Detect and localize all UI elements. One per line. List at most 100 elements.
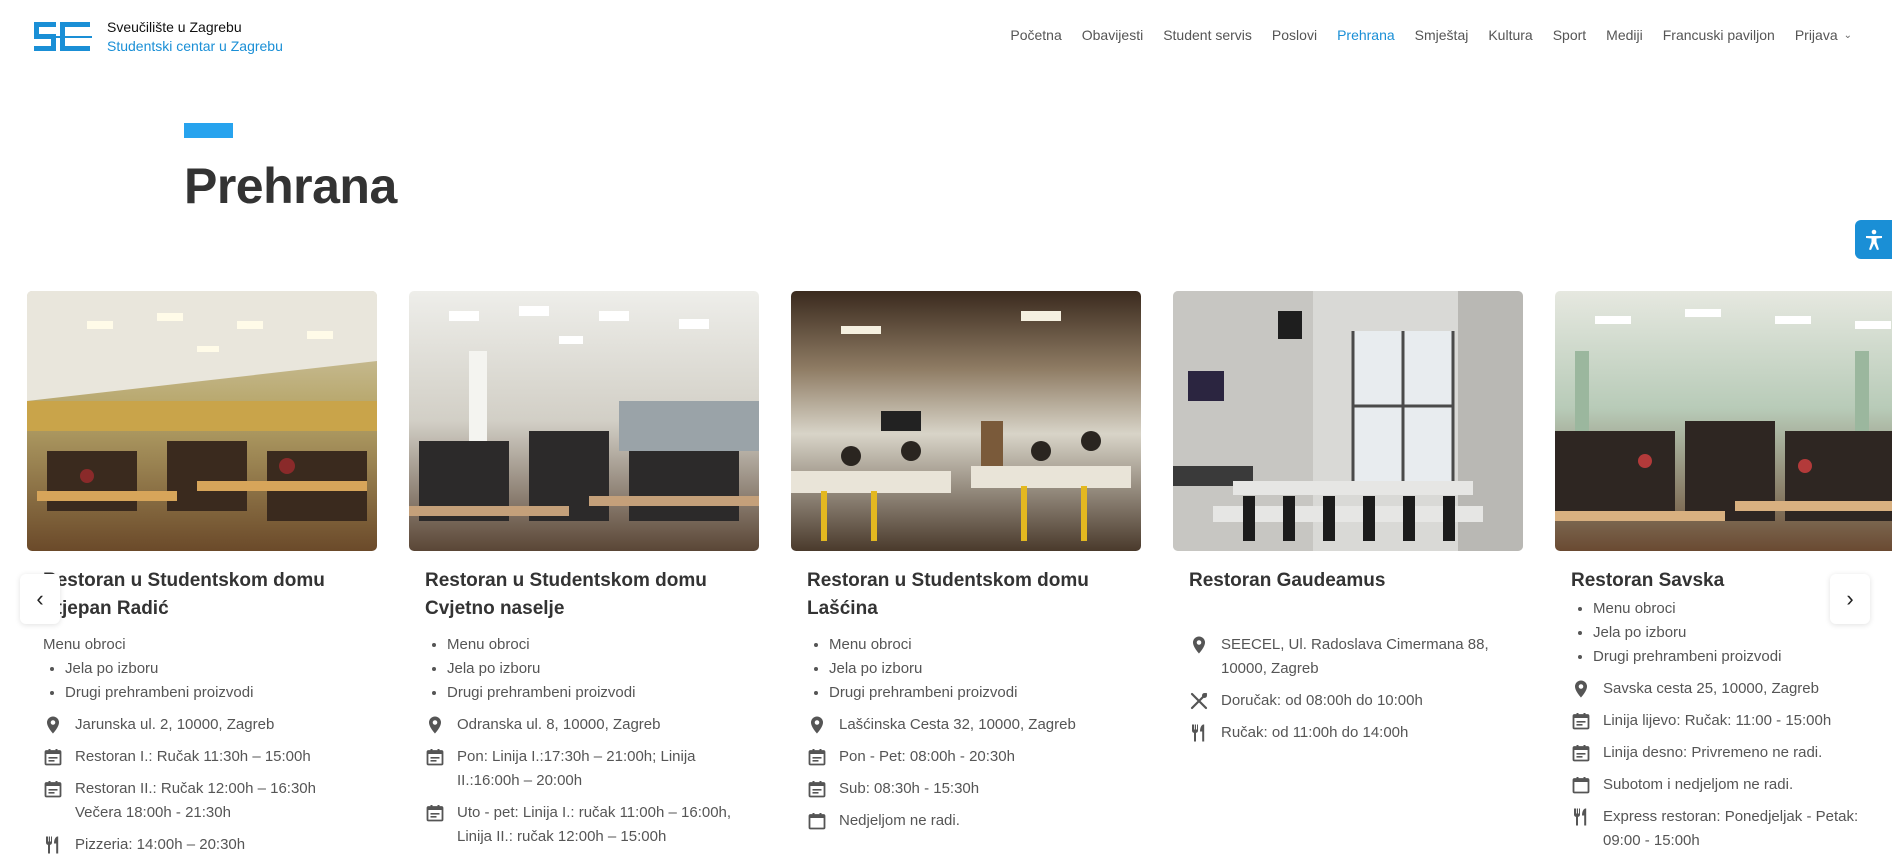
list-item: Drugi prehrambeni proizvodi — [65, 681, 361, 705]
carousel-next-button[interactable]: › — [1830, 574, 1870, 624]
hours-text: Uto - pet: Linija I.: ručak 11:00h – 16:… — [457, 804, 732, 845]
info-row: Pizzeria: 14:00h – 20:30h — [43, 833, 361, 857]
address-text: Jarunska ul. 2, 10000, Zagreb — [75, 716, 275, 733]
calendar-icon — [1571, 741, 1591, 765]
info-row: SEECEL, Ul. Radoslava Cimermana 88, 1000… — [1189, 633, 1507, 681]
nav-prijava[interactable]: Prijava ⌄ — [1795, 27, 1852, 43]
offer-list: Jela po izboru Drugi prehrambeni proizvo… — [43, 657, 361, 705]
info-row: Ručak: od 11:00h do 14:00h — [1189, 721, 1507, 745]
restaurant-photo[interactable] — [409, 291, 759, 551]
hours-text: Sub: 08:30h - 15:30h — [839, 780, 980, 797]
location-icon — [807, 713, 827, 737]
nav-kultura[interactable]: Kultura — [1488, 27, 1532, 43]
nav-obavijesti[interactable]: Obavijesti — [1082, 27, 1143, 43]
address-text: SEECEL, Ul. Radoslava Cimermana 88, 1000… — [1221, 636, 1489, 677]
list-item: Jela po izboru — [65, 657, 361, 681]
nav-mediji[interactable]: Mediji — [1606, 27, 1643, 43]
calendar-icon — [807, 777, 827, 801]
hours-text: Pon - Pet: 08:00h - 20:30h — [839, 748, 1015, 765]
info-row: Linija desno: Privremeno ne radi. — [1571, 741, 1889, 765]
address-text: Lašćinska Cesta 32, 10000, Zagreb — [839, 716, 1076, 733]
restaurant-title[interactable]: Restoran Gaudeamus — [1189, 567, 1507, 595]
hours-text: Express restoran: Ponedjeljak - Petak: 0… — [1603, 808, 1859, 849]
brand-text[interactable]: Sveučilište u Zagrebu Studentski centar … — [107, 18, 283, 56]
info-row: Pon: Linija I.:17:30h – 21:00h; Linija I… — [425, 745, 743, 793]
list-item: Drugi prehrambeni proizvodi — [447, 681, 743, 705]
chevron-right-icon: › — [1846, 586, 1854, 611]
site-header: Sveučilište u Zagrebu Studentski centar … — [0, 0, 1892, 74]
info-row: Uto - pet: Linija I.: ručak 11:00h – 16:… — [425, 801, 743, 849]
location-icon — [1571, 677, 1591, 701]
hours-text: Ručak: od 11:00h do 14:00h — [1221, 724, 1409, 741]
fork-knife-icon — [1571, 805, 1591, 829]
restaurant-card[interactable]: Restoran Savska Menu obroci Jela po izbo… — [1555, 291, 1892, 853]
restaurant-card[interactable]: Restoran u Studentskom domu Cvjetno nase… — [409, 291, 759, 849]
info-row: Nedjeljom ne radi. — [807, 809, 1125, 833]
chevron-down-icon: ⌄ — [1843, 29, 1852, 41]
accessibility-button[interactable] — [1855, 220, 1892, 259]
info-row: Pon - Pet: 08:00h - 20:30h — [807, 745, 1125, 769]
hours-text: Pon: Linija I.:17:30h – 21:00h; Linija I… — [457, 748, 696, 789]
prijava-label: Prijava — [1794, 27, 1838, 43]
list-item: Jela po izboru — [1593, 621, 1889, 645]
restaurant-photo[interactable] — [1173, 291, 1523, 551]
list-item: Jela po izboru — [829, 657, 1125, 681]
dining-hall-image — [27, 291, 377, 551]
calendar-icon — [1571, 709, 1591, 733]
restaurant-card[interactable]: Restoran u Studentskom domu Stjepan Radi… — [27, 291, 377, 857]
nav-smjestaj[interactable]: Smještaj — [1415, 27, 1469, 43]
info-row: Odranska ul. 8, 10000, Zagreb — [425, 713, 743, 737]
nav-student-servis[interactable]: Student servis — [1163, 27, 1252, 43]
calendar-blank-icon — [807, 809, 827, 833]
calendar-icon — [425, 801, 445, 825]
restaurant-photo[interactable] — [27, 291, 377, 551]
restaurant-photo[interactable] — [1555, 291, 1892, 551]
calendar-icon — [43, 777, 63, 801]
sc-logo[interactable] — [34, 20, 92, 54]
info-row: Linija lijevo: Ručak: 11:00 - 15:00h — [1571, 709, 1889, 733]
cutlery-cross-icon — [1189, 689, 1209, 713]
offer-list: Menu obroci Jela po izboru Drugi prehram… — [425, 633, 743, 705]
address-text: Savska cesta 25, 10000, Zagreb — [1603, 680, 1819, 697]
calendar-blank-icon — [1571, 773, 1591, 797]
hours-text: Nedjeljom ne radi. — [839, 812, 960, 829]
info-row: Jarunska ul. 2, 10000, Zagreb — [43, 713, 361, 737]
carousel-prev-button[interactable]: ‹ — [20, 574, 60, 624]
restaurant-title[interactable]: Restoran u Studentskom domu Stjepan Radi… — [43, 567, 361, 623]
info-row: Savska cesta 25, 10000, Zagreb — [1571, 677, 1889, 701]
title-accent-bar — [184, 123, 233, 138]
restaurant-card[interactable]: Restoran u Studentskom domu Lašćina Menu… — [791, 291, 1141, 833]
restaurant-photo[interactable] — [791, 291, 1141, 551]
list-item: Menu obroci — [829, 633, 1125, 657]
chevron-left-icon: ‹ — [36, 586, 44, 611]
menu-subtitle: Menu obroci — [43, 636, 126, 653]
nav-pocetna[interactable]: Početna — [1010, 27, 1061, 43]
restaurant-title[interactable]: Restoran u Studentskom domu Lašćina — [807, 567, 1125, 623]
nav-francuski-paviljon[interactable]: Francuski paviljon — [1663, 27, 1775, 43]
hours-text: Doručak: od 08:00h do 10:00h — [1221, 692, 1423, 709]
nav-sport[interactable]: Sport — [1553, 27, 1586, 43]
nav-prehrana[interactable]: Prehrana — [1337, 27, 1395, 43]
accessibility-icon — [1865, 229, 1882, 250]
brand-center: Studentski centar u Zagrebu — [107, 38, 283, 54]
fork-knife-icon — [43, 833, 63, 857]
dining-hall-image — [1173, 291, 1523, 551]
restaurant-title[interactable]: Restoran u Studentskom domu Cvjetno nase… — [425, 567, 743, 623]
info-row: Subotom i nedjeljom ne radi. — [1571, 773, 1889, 797]
info-row: Restoran II.: Ručak 12:00h – 16:30h Veče… — [43, 777, 361, 825]
hours-text: Restoran I.: Ručak 11:30h – 15:00h — [75, 748, 311, 765]
page-title: Prehrana — [184, 158, 397, 214]
nav-poslovi[interactable]: Poslovi — [1272, 27, 1317, 43]
main-nav: Početna Obavijesti Student servis Poslov… — [1010, 27, 1852, 43]
hours-text: Restoran II.: Ručak 12:00h – 16:30h Veče… — [75, 780, 316, 821]
location-icon — [425, 713, 445, 737]
calendar-icon — [43, 745, 63, 769]
restaurant-card[interactable]: Restoran Gaudeamus SEECEL, Ul. Radoslava… — [1173, 291, 1523, 745]
location-icon — [43, 713, 63, 737]
hours-text: Pizzeria: 14:00h – 20:30h — [75, 836, 246, 853]
offer-list: Menu obroci Jela po izboru Drugi prehram… — [807, 633, 1125, 705]
calendar-icon — [807, 745, 827, 769]
fork-knife-icon — [1189, 721, 1209, 745]
brand-university: Sveučilište u Zagrebu — [107, 19, 242, 35]
dining-hall-image — [1555, 291, 1892, 551]
